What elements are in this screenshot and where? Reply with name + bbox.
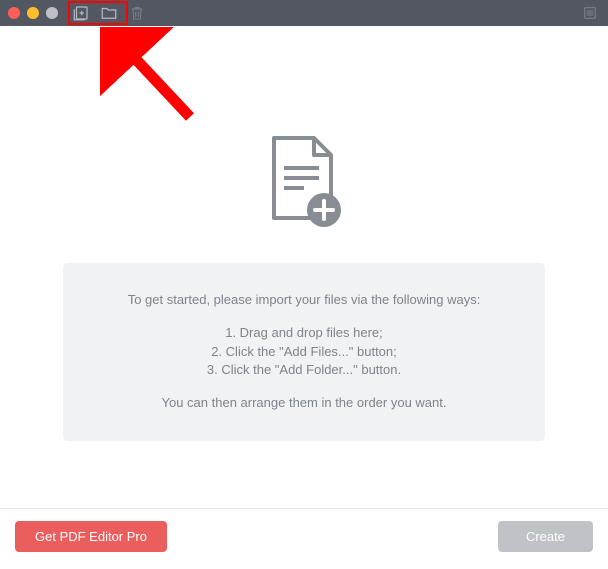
instructions-panel: To get started, please import your files… [63,263,545,441]
instructions-step-3: 3. Click the "Add Folder..." button. [207,361,401,380]
add-document-icon [259,133,349,233]
empty-state-illustration [259,133,349,238]
footer: Get PDF Editor Pro Create [0,508,608,563]
trash-icon [129,5,145,21]
instructions-intro: To get started, please import your files… [95,291,513,310]
titlebar [0,0,608,26]
app-window: To get started, please import your files… [0,0,608,563]
instructions-step-2: 2. Click the "Add Files..." button; [207,343,401,362]
add-file-icon [72,4,90,22]
list-icon [582,5,598,21]
add-folder-button[interactable] [99,3,119,23]
create-button[interactable]: Create [498,521,593,552]
add-files-button[interactable] [71,3,91,23]
empty-state: To get started, please import your files… [0,26,608,508]
maximize-window-button[interactable] [46,7,58,19]
get-pro-button[interactable]: Get PDF Editor Pro [15,521,167,552]
list-view-button[interactable] [580,3,600,23]
instructions-outro: You can then arrange them in the order y… [95,394,513,413]
folder-icon [100,4,118,22]
instructions-step-1: 1. Drag and drop files here; [207,324,401,343]
minimize-window-button[interactable] [27,7,39,19]
delete-button[interactable] [127,3,147,23]
close-window-button[interactable] [8,7,20,19]
